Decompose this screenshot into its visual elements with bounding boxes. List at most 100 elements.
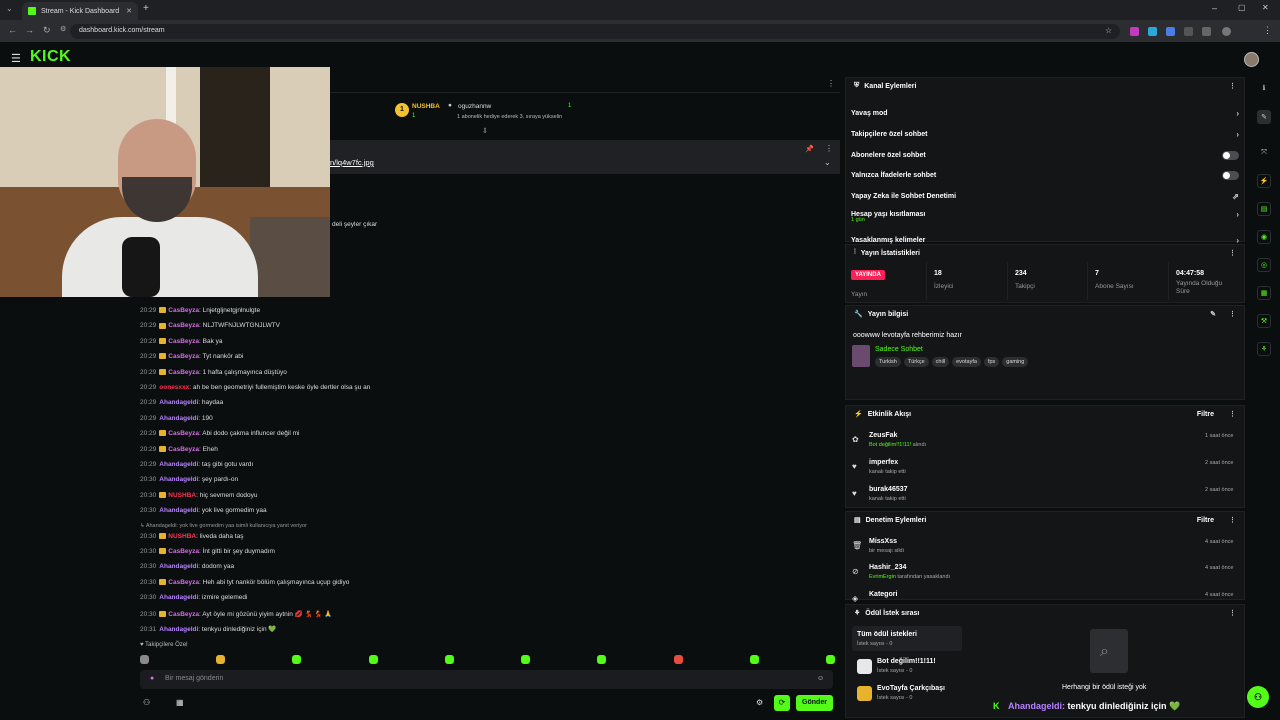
broadcast-icon[interactable]: ◎ bbox=[1257, 258, 1271, 272]
chat-menu-icon[interactable]: ⋮ bbox=[827, 79, 835, 88]
tab-close-icon[interactable]: ✕ bbox=[126, 7, 132, 15]
external-link-icon[interactable]: ⇗ bbox=[1232, 192, 1239, 201]
chat-username[interactable]: Ahandageldi bbox=[159, 507, 198, 514]
edit-icon[interactable]: ✎ bbox=[1210, 310, 1216, 318]
url-field[interactable]: dashboard.kick.com/stream bbox=[70, 24, 1120, 39]
chat-settings-icon[interactable]: ⚙ bbox=[756, 698, 763, 707]
info-icon[interactable]: ℹ bbox=[1257, 81, 1271, 95]
chat-username[interactable]: Ahandageldi bbox=[159, 415, 198, 422]
chat-username[interactable]: Ahandageldi bbox=[159, 594, 198, 601]
pinned-link[interactable]: n/lq4w7fc.jpg bbox=[330, 158, 374, 167]
chevron-down-icon[interactable]: ⌄ bbox=[824, 158, 831, 167]
chat-username[interactable]: Ahandageldi bbox=[159, 399, 198, 406]
extension-icon[interactable] bbox=[1184, 27, 1193, 36]
chevron-right-icon[interactable]: › bbox=[1236, 109, 1239, 118]
feed-user-name[interactable]: burak46537 bbox=[869, 486, 908, 493]
category-link[interactable]: Sadece Sohbet bbox=[875, 346, 923, 353]
chat-username[interactable]: CasBeyza bbox=[168, 369, 199, 376]
reload-icon[interactable]: ↻ bbox=[43, 25, 51, 36]
chat-username[interactable]: oonesxxx bbox=[159, 384, 189, 391]
chat-input[interactable]: Bir mesaj gönderin bbox=[140, 670, 833, 689]
browser-menu-icon[interactable]: ⋮ bbox=[1263, 25, 1272, 36]
pencil-icon[interactable]: ✎ bbox=[1257, 110, 1271, 124]
site-info-icon[interactable]: ⚙ bbox=[60, 25, 66, 33]
floating-chat-button[interactable]: ⚇ bbox=[1247, 686, 1269, 708]
stream-tag[interactable]: chill bbox=[931, 357, 950, 367]
feed-user-name[interactable]: MissXss bbox=[869, 538, 897, 545]
reward-icon[interactable]: ⚘ bbox=[1257, 342, 1271, 356]
emoji-picker-icon[interactable]: ☺ bbox=[817, 675, 824, 682]
chat-username[interactable]: CasBeyza bbox=[168, 548, 199, 555]
chat-username[interactable]: CasBeyza bbox=[168, 353, 199, 360]
reward-name[interactable]: Bot değilim!!1!11! bbox=[877, 658, 936, 665]
feed-user-name[interactable]: Kategori bbox=[869, 591, 897, 598]
channel-action-row[interactable]: Yapay Zeka ile Sohbet Denetimi ⇗ bbox=[851, 189, 1239, 203]
stream-tag[interactable]: fps bbox=[983, 357, 1000, 367]
activity-filter-button[interactable]: Filtre bbox=[1197, 411, 1214, 418]
panel-menu-icon[interactable]: ⋮ bbox=[1229, 609, 1236, 617]
emote-icon[interactable] bbox=[444, 654, 454, 664]
grid-icon[interactable]: ▦ bbox=[1257, 286, 1271, 300]
pinned-menu-icon[interactable]: ⋮ bbox=[825, 144, 833, 153]
feed-user-name[interactable]: ZeusFak bbox=[869, 432, 897, 439]
channel-action-row[interactable]: Abonelere özel sohbet bbox=[851, 148, 1239, 162]
moderation-filter-button[interactable]: Filtre bbox=[1197, 517, 1214, 524]
chat-bubble-icon[interactable]: ◉ bbox=[1257, 230, 1271, 244]
bookmark-star-icon[interactable]: ☆ bbox=[1105, 26, 1112, 35]
reward-name[interactable]: Tüm ödül istekleri bbox=[857, 631, 917, 638]
category-thumbnail[interactable] bbox=[852, 345, 870, 367]
emote-icon[interactable] bbox=[597, 654, 607, 664]
channel-action-row[interactable]: Hesap yaşı kısıtlaması › bbox=[851, 207, 1239, 221]
chat-username[interactable]: CasBeyza bbox=[168, 338, 199, 345]
emote-icon[interactable] bbox=[216, 654, 226, 664]
wrench-icon[interactable]: ⚒ bbox=[1257, 314, 1271, 328]
feed-user-name[interactable]: Hashir_234 bbox=[869, 564, 906, 571]
chat-username[interactable]: Ahandageldi bbox=[159, 626, 198, 633]
channel-action-row[interactable]: Yavaş mod › bbox=[851, 106, 1239, 120]
chat-tools-icon[interactable]: ⚇ bbox=[143, 698, 150, 707]
document-icon[interactable]: ▤ bbox=[1257, 202, 1271, 216]
hamburger-menu-icon[interactable]: ☰ bbox=[11, 52, 21, 65]
stream-tag[interactable]: evotayfa bbox=[952, 357, 981, 367]
feed-user-name[interactable]: imperfex bbox=[869, 459, 898, 466]
chat-username[interactable]: CasBeyza bbox=[168, 322, 199, 329]
chat-username[interactable]: CasBeyza bbox=[168, 579, 199, 586]
chat-username[interactable]: NUSHBA bbox=[168, 533, 196, 540]
stream-tag[interactable]: Türkçe bbox=[903, 357, 929, 367]
chat-username[interactable]: Ahandageldi bbox=[159, 476, 198, 483]
emote-icon[interactable] bbox=[292, 654, 302, 664]
browser-tab[interactable]: Stream - Kick Dashboard ✕ bbox=[22, 2, 138, 20]
stream-tag[interactable]: Turkish bbox=[875, 357, 901, 367]
forward-icon[interactable]: → bbox=[25, 25, 34, 35]
emote-icon[interactable] bbox=[140, 654, 149, 664]
window-close-icon[interactable]: ✕ bbox=[1262, 3, 1269, 12]
calendar-icon[interactable]: ▦ bbox=[176, 698, 184, 707]
user-avatar[interactable] bbox=[1244, 52, 1259, 67]
reward-name[interactable]: EvoTayfa Çarkçıbaşı bbox=[877, 685, 945, 692]
extension-icon[interactable] bbox=[1148, 27, 1157, 36]
extensions-puzzle-icon[interactable] bbox=[1202, 27, 1211, 36]
maximize-icon[interactable]: ▢ bbox=[1238, 3, 1246, 12]
bolt-icon[interactable]: ⚡ bbox=[1257, 174, 1271, 188]
emote-icon[interactable] bbox=[673, 654, 683, 664]
profile-icon[interactable] bbox=[1222, 27, 1231, 36]
send-button[interactable]: Gönder bbox=[796, 695, 833, 711]
expand-icon[interactable]: ⤧ bbox=[1257, 146, 1271, 160]
panel-menu-icon[interactable]: ⋮ bbox=[1229, 410, 1236, 418]
new-tab-button[interactable]: + bbox=[143, 3, 149, 14]
expand-gifters-icon[interactable]: ⇩ bbox=[482, 127, 488, 135]
mic-icon[interactable]: ● bbox=[150, 675, 154, 682]
emote-icon[interactable] bbox=[521, 654, 531, 664]
chevron-right-icon[interactable]: › bbox=[1236, 210, 1239, 219]
chat-username[interactable]: CasBeyza bbox=[168, 611, 199, 618]
emote-icon[interactable] bbox=[825, 654, 835, 664]
emote-icon[interactable] bbox=[749, 654, 759, 664]
chat-username[interactable]: NUSHBA bbox=[168, 492, 196, 499]
chat-username[interactable]: Ahandageldi bbox=[159, 563, 198, 570]
tab-list-icon[interactable]: ⌄ bbox=[6, 4, 13, 13]
panel-menu-icon[interactable]: ⋮ bbox=[1229, 310, 1236, 318]
back-icon[interactable]: ← bbox=[8, 25, 17, 35]
emote-icon[interactable] bbox=[368, 654, 378, 664]
channel-action-row[interactable]: Takipçilere özel sohbet › bbox=[851, 127, 1239, 141]
extension-icon[interactable] bbox=[1130, 27, 1139, 36]
